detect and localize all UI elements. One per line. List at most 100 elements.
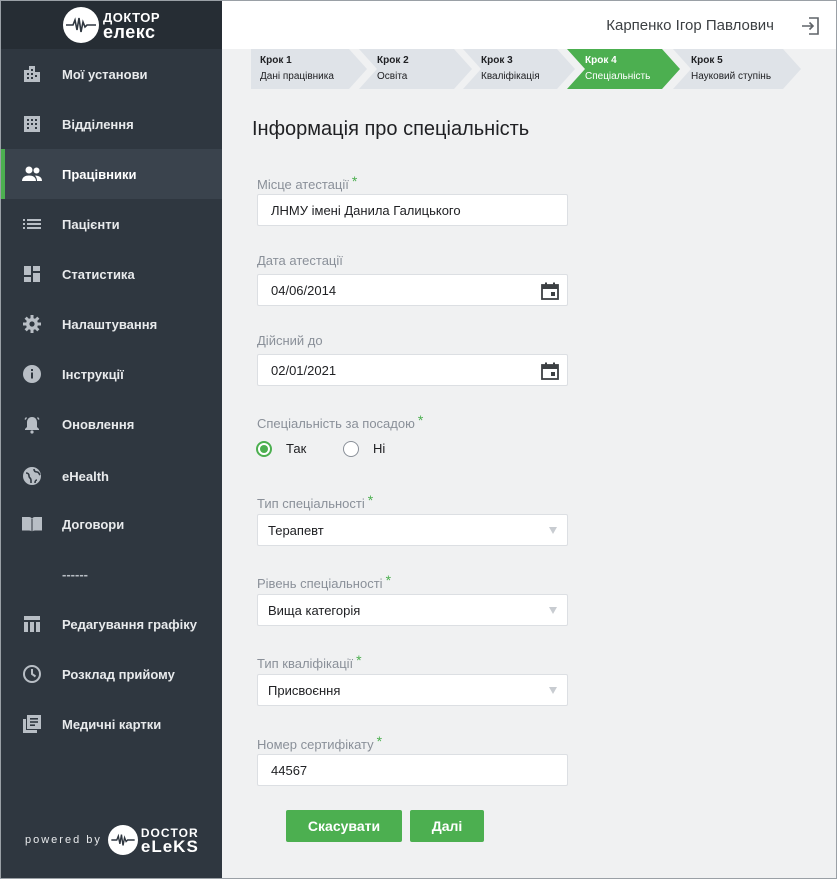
specialty-type-select[interactable]: Терапевт — [257, 514, 568, 546]
powered-by-text: powered by — [25, 834, 102, 846]
sidebar-separator: ------ — [62, 567, 88, 582]
building-icon — [21, 63, 43, 85]
cards-icon — [21, 713, 43, 735]
sidebar-item-patients[interactable]: Пацієнти — [1, 199, 222, 249]
department-icon — [21, 113, 43, 135]
valid-until-label: Дійсний до — [257, 333, 323, 348]
selected-value: Терапевт — [268, 522, 324, 538]
sidebar-item-label: eHealth — [62, 468, 109, 484]
powered-by: powered by DOCTOR eLeKS — [25, 823, 205, 857]
sidebar-item-medical-cards[interactable]: Медичні картки — [1, 699, 222, 749]
heartbeat-logo-icon — [107, 825, 138, 855]
app-window: ДОКТОР елекс Мої установи Відділення Пра… — [0, 0, 837, 879]
brand-line2: eLeKS — [140, 837, 199, 856]
step-number: Крок 4 — [585, 55, 617, 66]
step-name: Науковий ступінь — [691, 71, 772, 82]
sidebar-item-label: Договори — [62, 516, 125, 532]
radio-yes[interactable] — [256, 441, 272, 457]
required-mark: * — [356, 652, 362, 668]
step-name: Кваліфікація — [481, 71, 540, 82]
sidebar-item-settings[interactable]: Налаштування — [1, 299, 222, 349]
sidebar-item-label: Редагування графіку — [62, 616, 197, 632]
step-specialty[interactable]: Крок 4 Спеціальність — [567, 49, 680, 89]
sidebar-item-schedule-editing[interactable]: Редагування графіку — [1, 599, 222, 649]
specialty-level-label: Рівень спеціальності * — [257, 572, 391, 591]
wizard-stepper: Крок 1 Дані працівника Крок 2 Освіта Кро… — [251, 49, 811, 89]
sidebar-item-my-institutions[interactable]: Мої установи — [1, 49, 222, 99]
page-title: Інформація про спеціальність — [252, 118, 530, 140]
bell-icon — [21, 413, 43, 435]
app-logo[interactable]: ДОКТОР елекс — [1, 1, 222, 49]
date-value: 04/06/2014 — [271, 282, 337, 298]
sidebar-item-label: Розклад прийому — [62, 666, 175, 682]
step-academic-degree[interactable]: Крок 5 Науковий ступінь — [673, 49, 801, 89]
logo-mark: ДОКТОР елекс — [62, 7, 160, 43]
cancel-button[interactable]: Скасувати — [286, 810, 402, 842]
sidebar-item-label: Медичні картки — [62, 716, 162, 732]
sidebar: ДОКТОР елекс Мої установи Відділення Пра… — [1, 1, 222, 878]
label-text: Тип спеціальності — [257, 496, 365, 511]
specialty-type-label: Тип спеціальності * — [257, 492, 373, 511]
attestation-date-label: Дата атестації — [257, 253, 343, 268]
radio-no-label[interactable]: Ні — [373, 441, 385, 456]
certificate-number-input[interactable]: 44567 — [257, 754, 568, 786]
label-text: Спеціальність за посадою — [257, 416, 415, 431]
sidebar-item-instructions[interactable]: Інструкції — [1, 349, 222, 399]
dashboard-icon — [21, 263, 43, 285]
attestation-place-input[interactable]: ЛНМУ імені Данила Галицького — [257, 194, 568, 226]
specialty-by-position-label: Спеціальність за посадою * — [257, 412, 423, 431]
sidebar-item-ehealth[interactable]: eHealth — [1, 451, 222, 501]
gear-icon — [21, 313, 43, 335]
logout-icon[interactable] — [800, 15, 822, 37]
date-value: 02/01/2021 — [271, 362, 337, 378]
sidebar-item-statistics[interactable]: Статистика — [1, 249, 222, 299]
step-qualification[interactable]: Крок 3 Кваліфікація — [463, 49, 575, 89]
sidebar-item-employees[interactable]: Працівники — [1, 149, 222, 199]
calendar-icon[interactable] — [541, 362, 559, 380]
sidebar-item-label: Працівники — [62, 166, 137, 182]
specialty-level-select[interactable]: Вища категорія — [257, 594, 568, 626]
step-number: Крок 5 — [691, 55, 723, 66]
radio-no[interactable] — [343, 441, 359, 457]
table-icon — [21, 613, 43, 635]
sidebar-item-label: Пацієнти — [62, 216, 120, 232]
brand-logo: DOCTOR eLeKS — [140, 827, 199, 856]
logo-line2: елекс — [102, 22, 156, 42]
selected-value: Вища категорія — [268, 602, 361, 618]
required-mark: * — [351, 173, 358, 189]
people-icon — [21, 163, 43, 185]
label-text: Тип кваліфікації — [257, 656, 354, 671]
sidebar-item-contracts[interactable]: Договори — [1, 499, 222, 549]
step-number: Крок 1 — [260, 55, 292, 66]
info-icon — [21, 363, 43, 385]
qualification-type-select[interactable]: Присвоєння — [257, 674, 568, 706]
step-employee-data[interactable]: Крок 1 Дані працівника — [251, 49, 367, 89]
top-header: Карпенко Ігор Павлович — [222, 1, 836, 49]
chevron-down-icon — [549, 687, 557, 694]
next-button[interactable]: Далі — [410, 810, 484, 842]
sidebar-item-departments[interactable]: Відділення — [1, 99, 222, 149]
sidebar-item-label: Мої установи — [62, 66, 148, 82]
sidebar-item-updates[interactable]: Оновлення — [1, 399, 222, 449]
book-icon — [21, 513, 43, 535]
chevron-down-icon — [549, 527, 557, 534]
heartbeat-logo-icon — [62, 7, 99, 43]
clock-icon — [21, 663, 43, 685]
sidebar-item-label: Налаштування — [62, 316, 158, 332]
valid-until-input[interactable]: 02/01/2021 — [257, 354, 568, 386]
radio-yes-label[interactable]: Так — [286, 441, 306, 456]
step-number: Крок 2 — [377, 55, 409, 66]
calendar-icon[interactable] — [541, 282, 559, 300]
required-mark: * — [367, 492, 374, 508]
step-education[interactable]: Крок 2 Освіта — [359, 49, 472, 89]
selected-value: Присвоєння — [268, 682, 341, 698]
sidebar-item-label: Оновлення — [62, 416, 135, 432]
required-mark: * — [376, 733, 383, 749]
list-icon — [21, 213, 43, 235]
attestation-date-input[interactable]: 04/06/2014 — [257, 274, 568, 306]
certificate-number-label: Номер сертифікату * — [257, 733, 382, 752]
sidebar-item-label: Статистика — [62, 266, 135, 282]
sidebar-item-reception-schedule[interactable]: Розклад прийому — [1, 649, 222, 699]
user-name[interactable]: Карпенко Ігор Павлович — [606, 17, 774, 34]
sidebar-item-label: Інструкції — [62, 366, 124, 382]
